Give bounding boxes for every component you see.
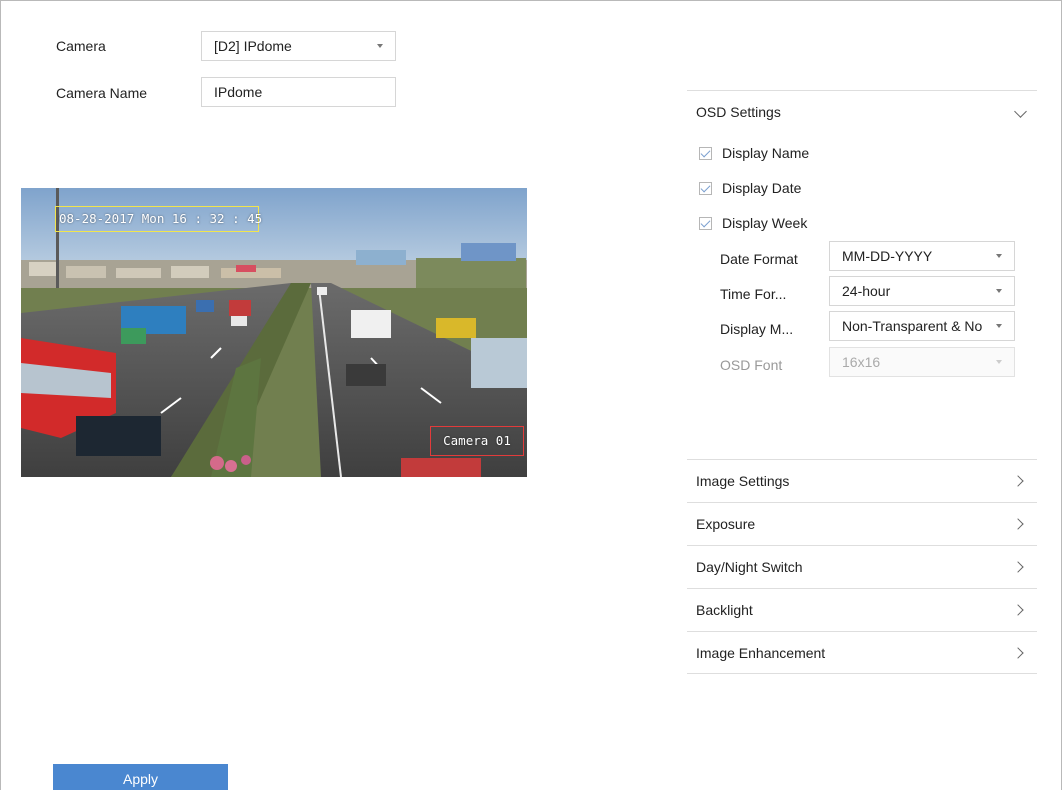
date-format-select[interactable]: MM-DD-YYYY	[829, 241, 1015, 271]
osd-settings-header[interactable]: OSD Settings	[687, 90, 1037, 133]
chevron-down-icon	[1014, 105, 1027, 118]
osd-settings-title: OSD Settings	[696, 104, 781, 120]
chevron-right-icon	[1012, 561, 1024, 573]
chevron-down-icon	[996, 254, 1002, 258]
settings-panel: OSD Settings Display Name Display Date D…	[687, 90, 1037, 674]
chevron-right-icon	[1012, 647, 1024, 659]
time-format-value: 24-hour	[842, 283, 891, 299]
display-mode-label: Display M...	[720, 321, 794, 337]
checkbox-checked-icon[interactable]	[699, 216, 712, 230]
camera-label: Camera	[56, 38, 106, 54]
exposure-title: Exposure	[696, 516, 756, 532]
display-date-checkbox[interactable]: Display Date	[699, 180, 801, 196]
backlight-title: Backlight	[696, 602, 753, 618]
date-format-label: Date Format	[720, 251, 798, 267]
chevron-right-icon	[1012, 604, 1024, 616]
osd-date-overlay[interactable]: 08-28-2017 Mon 16 : 32 : 45	[55, 206, 262, 232]
image-settings-header[interactable]: Image Settings	[687, 459, 1037, 502]
chevron-down-icon	[377, 44, 383, 48]
chevron-down-icon	[996, 324, 1002, 328]
osd-settings-body: Display Name Display Date Display Week D…	[687, 133, 1037, 459]
image-enhancement-title: Image Enhancement	[696, 644, 826, 661]
display-date-label: Display Date	[722, 180, 802, 196]
camera-name-label: Camera Name	[56, 85, 148, 101]
checkbox-checked-icon[interactable]	[699, 146, 712, 160]
camera-select-value: [D2] IPdome	[214, 38, 292, 54]
display-name-checkbox[interactable]: Display Name	[699, 145, 809, 161]
day-night-switch-title: Day/Night Switch	[696, 559, 803, 575]
backlight-header[interactable]: Backlight	[687, 588, 1037, 631]
display-week-label: Display Week	[722, 215, 808, 231]
display-mode-value: Non-Transparent & No	[842, 318, 983, 334]
image-enhancement-header[interactable]: Image Enhancement	[687, 631, 1037, 674]
osd-font-value: 16x16	[842, 354, 881, 370]
display-name-label: Display Name	[722, 145, 810, 161]
osd-camera-name-overlay[interactable]: Camera 01	[430, 426, 524, 456]
chevron-right-icon	[1012, 475, 1024, 487]
date-format-value: MM-DD-YYYY	[842, 248, 933, 264]
osd-font-select: 16x16	[829, 347, 1015, 377]
time-format-select[interactable]: 24-hour	[829, 276, 1015, 306]
day-night-switch-header[interactable]: Day/Night Switch	[687, 545, 1037, 588]
chevron-down-icon	[996, 360, 1002, 364]
chevron-down-icon	[996, 289, 1002, 293]
camera-preview[interactable]: 08-28-2017 Mon 16 : 32 : 45 Camera 01	[21, 188, 527, 477]
checkbox-checked-icon[interactable]	[699, 181, 712, 195]
collapsed-sections: Image Settings Exposure Day/Night Switch…	[687, 459, 1037, 674]
osd-font-label: OSD Font	[720, 357, 783, 373]
display-week-checkbox[interactable]: Display Week	[699, 215, 807, 231]
camera-name-value: IPdome	[214, 84, 263, 100]
camera-name-input[interactable]: IPdome	[201, 77, 396, 107]
camera-select[interactable]: [D2] IPdome	[201, 31, 396, 61]
display-mode-select[interactable]: Non-Transparent & No	[829, 311, 1015, 341]
exposure-header[interactable]: Exposure	[687, 502, 1037, 545]
apply-button[interactable]: Apply	[53, 764, 228, 790]
chevron-right-icon	[1012, 518, 1024, 530]
image-settings-title: Image Settings	[696, 473, 790, 489]
time-format-label: Time For...	[720, 286, 787, 302]
